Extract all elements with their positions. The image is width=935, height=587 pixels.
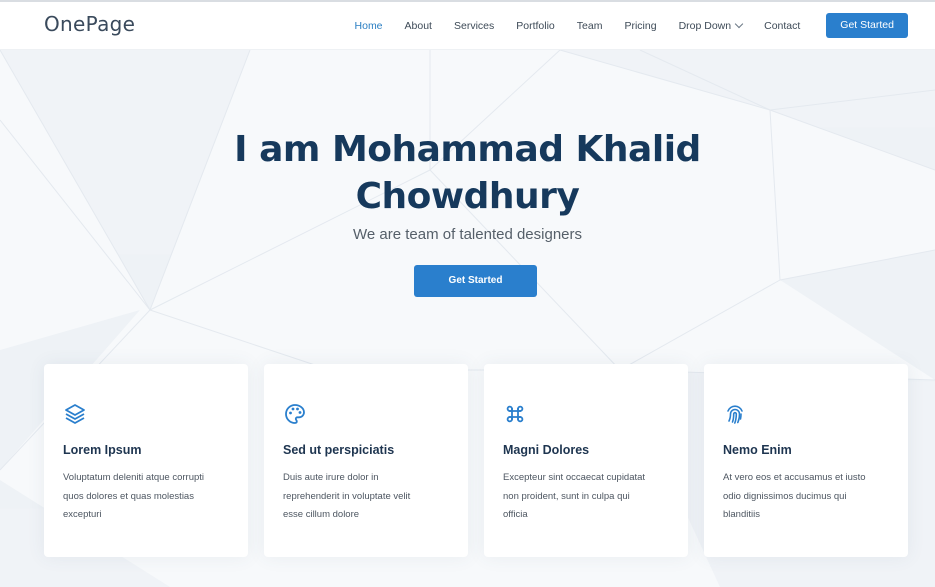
header-get-started-button[interactable]: Get Started (826, 13, 908, 38)
card-description-line: Duis aute irure dolor in (283, 472, 379, 483)
fingerprint-icon (727, 405, 743, 424)
nav-about-label: About (404, 19, 432, 32)
card-description-line: reprehenderit in voluptate velit (283, 490, 411, 502)
service-card-4[interactable]: Nemo Enim At vero eos et accusamus et iu… (704, 364, 908, 557)
nav-drop-down-label: Drop Down (678, 19, 732, 32)
nav-team[interactable]: Team (577, 20, 603, 32)
site-header: OnePage Home About Services Portfolio Te… (0, 2, 935, 50)
service-card-3[interactable]: Magni Dolores Excepteur sint occaecat cu… (484, 364, 688, 557)
hero-subtitle: We are team of talented designers (352, 226, 583, 243)
nav-about[interactable]: About (405, 20, 432, 32)
main-nav: Home About Services Portfolio Team Prici… (355, 2, 908, 49)
nav-portfolio-label: Portfolio (516, 19, 555, 32)
site-logo[interactable]: OnePage (44, 12, 135, 36)
card-description-line: non proident, sunt in culpa qui (503, 490, 630, 502)
card-description-line: excepturi (63, 509, 102, 520)
nav-team-label: Team (576, 19, 603, 32)
hero-title-line-2: Chowdhury (355, 176, 580, 217)
card-description-line: odio dignissimos ducimus qui (723, 490, 847, 502)
nav-contact[interactable]: Contact (764, 20, 800, 32)
nav-portfolio[interactable]: Portfolio (516, 20, 555, 32)
layers-icon (65, 404, 85, 424)
command-icon (506, 405, 524, 423)
card-description-line: blanditiis (723, 509, 760, 520)
hero-title-line-1: I am Mohammad Khalid (234, 129, 701, 170)
card-title: Sed ut perspiciatis (283, 443, 395, 457)
card-description: At vero eos et accusamus et iusto odio d… (723, 469, 895, 525)
nav-drop-down[interactable]: Drop Down (678, 19, 744, 32)
card-description-line: Voluptatum deleniti atque corrupti (63, 472, 205, 483)
card-description: Excepteur sint occaecat cupidatat non pr… (503, 469, 675, 525)
palette-icon (285, 404, 305, 424)
hero-get-started-button[interactable]: Get Started (414, 265, 537, 297)
nav-home-label: Home (354, 19, 383, 32)
card-description-line: At vero eos et accusamus et iusto (723, 472, 866, 483)
card-description-line: esse cillum dolore (283, 509, 360, 520)
nav-pricing-label: Pricing (624, 19, 657, 32)
service-card-1[interactable]: Lorem Ipsum Voluptatum deleniti atque co… (44, 364, 248, 557)
card-title: Lorem Ipsum (63, 443, 142, 457)
card-description: Voluptatum deleniti atque corrupti quos … (63, 469, 235, 525)
card-title: Magni Dolores (503, 443, 590, 457)
nav-contact-label: Contact (764, 19, 801, 32)
card-description-line: quos dolores et quas molestias (63, 490, 194, 502)
nav-services[interactable]: Services (454, 20, 494, 32)
card-description: Duis aute irure dolor in reprehenderit i… (283, 469, 455, 525)
nav-services-label: Services (453, 19, 495, 32)
hero-section: I am Mohammad Khalid Chowdhury We are te… (0, 50, 935, 587)
hero-title: I am Mohammad Khalid Chowdhury (0, 126, 935, 220)
nav-home[interactable]: Home (355, 20, 383, 32)
card-description-line: officia (503, 509, 528, 520)
card-title: Nemo Enim (723, 443, 792, 457)
nav-pricing[interactable]: Pricing (624, 20, 656, 32)
chevron-down-icon (734, 19, 744, 29)
service-card-2[interactable]: Sed ut perspiciatis Duis aute irure dolo… (264, 364, 468, 557)
card-description-line: Excepteur sint occaecat cupidatat (503, 472, 646, 483)
